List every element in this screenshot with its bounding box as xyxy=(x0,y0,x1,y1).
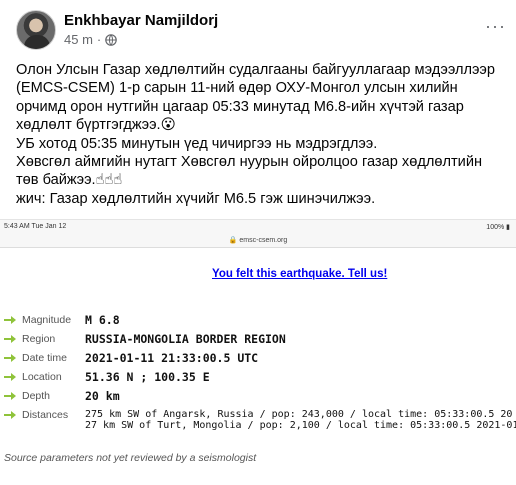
post-text: Олон Улсын Газар хөдлөлтийн судалгааны б… xyxy=(16,61,506,208)
post-text-line: УБ хотод 05:35 минутын үед чичиргээ нь м… xyxy=(16,135,378,152)
more-options-icon[interactable]: ··· xyxy=(485,16,506,37)
felt-earthquake-link[interactable]: You felt this earthquake. Tell us! xyxy=(212,268,387,280)
param-label: Depth xyxy=(22,390,51,402)
meta-separator: · xyxy=(96,32,102,47)
param-label: Date time xyxy=(22,352,67,364)
arrow-icon xyxy=(4,335,16,343)
globe-icon xyxy=(105,33,118,46)
param-value: 20 km xyxy=(85,389,120,403)
distances-list: 275 km SW of Angarsk, Russia / pop: 243,… xyxy=(85,409,516,431)
param-label: Region xyxy=(22,333,56,345)
arrow-icon xyxy=(4,373,16,381)
param-value: M 6.8 xyxy=(85,313,120,327)
distance-line: 275 km SW of Angarsk, Russia / pop: 243,… xyxy=(85,409,513,420)
battery-status: 100% ▮ xyxy=(486,224,510,231)
param-row-depth: Depth 20 km xyxy=(0,388,516,406)
attached-screenshot[interactable]: 5:43 AM Tue Jan 12 100% ▮ 🔒 emsc-csem.or… xyxy=(0,219,516,485)
post-text-line: Хөвсгөл аймгийн нутагт Хөвсгөл нуурын ой… xyxy=(16,154,487,189)
avatar[interactable] xyxy=(16,10,56,50)
post-time[interactable]: 45 m xyxy=(64,32,93,47)
param-row-datetime: Date time 2021-01-11 21:33:00.5 UTC xyxy=(0,350,516,368)
post-header: Enkhbayar Namjildorj 45 m · ··· xyxy=(16,10,506,54)
review-footnote: Source parameters not yet reviewed by a … xyxy=(4,452,257,464)
param-row-distances: Distances 275 km SW of Angarsk, Russia /… xyxy=(0,407,516,433)
param-label: Magnitude xyxy=(22,314,72,326)
author-name[interactable]: Enkhbayar Namjildorj xyxy=(64,12,218,29)
param-row-region: Region RUSSIA-MONGOLIA BORDER REGION xyxy=(0,331,516,349)
param-value: 51.36 N ; 100.35 E xyxy=(85,370,210,384)
param-value: 2021-01-11 21:33:00.5 UTC xyxy=(85,351,259,365)
distance-line: 27 km SW of Turt, Mongolia / pop: 2,100 … xyxy=(85,420,516,431)
status-time: 5:43 AM Tue Jan 12 xyxy=(4,223,67,230)
arrow-icon xyxy=(4,354,16,362)
post-text-line: жич: Газар хөдлөлтийн хүчийг М6.5 гэж ши… xyxy=(16,190,376,207)
param-label: Location xyxy=(22,371,62,383)
status-bar: 5:43 AM Tue Jan 12 100% ▮ xyxy=(0,220,516,234)
param-row-location: Location 51.36 N ; 100.35 E xyxy=(0,369,516,387)
arrow-icon xyxy=(4,316,16,324)
url-bar: 🔒 emsc-csem.org xyxy=(0,234,516,248)
param-value: RUSSIA-MONGOLIA BORDER REGION xyxy=(85,332,286,346)
arrow-icon xyxy=(4,392,16,400)
post-text-line: Олон Улсын Газар хөдлөлтийн судалгааны б… xyxy=(16,62,500,134)
param-label: Distances xyxy=(22,409,69,421)
post-meta: 45 m · xyxy=(64,32,118,47)
param-row-magnitude: Magnitude M 6.8 xyxy=(0,312,516,330)
arrow-icon xyxy=(4,411,16,419)
